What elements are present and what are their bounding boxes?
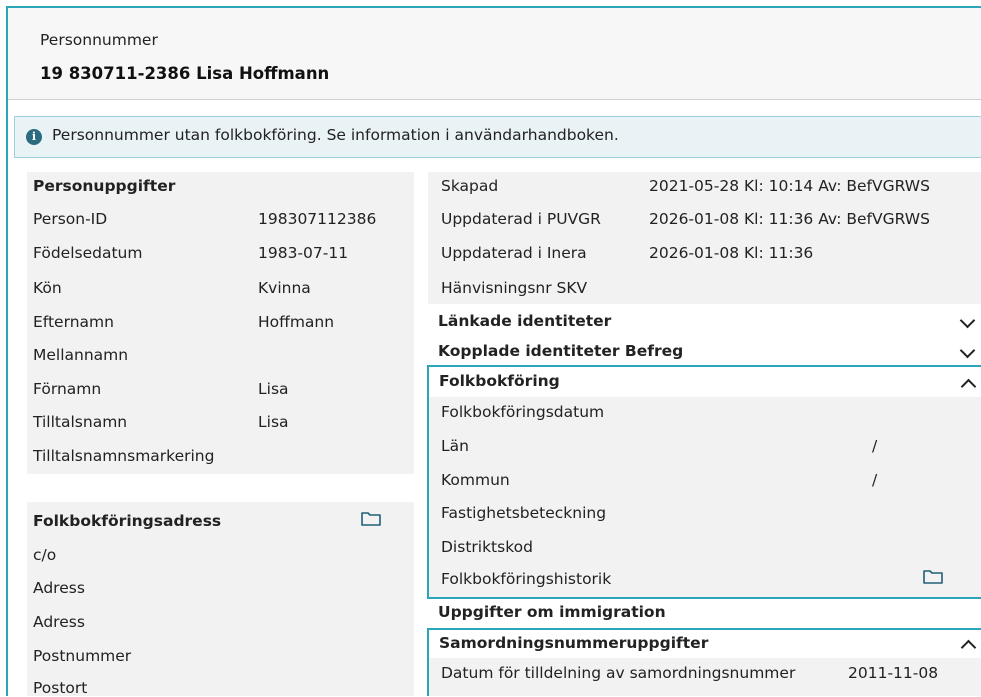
datum-tilldelning-value: 2011-11-08 (848, 664, 939, 682)
immigration-title[interactable]: Uppgifter om immigration (438, 603, 666, 621)
info-text: Personnummer utan folkbokföring. Se info… (52, 126, 619, 144)
chevron-up-icon (960, 639, 977, 656)
uppdaterad-puvgr-value: 2026-01-08 Kl: 11:36 Av: BefVGRWS (649, 210, 930, 228)
skapad-label: Skapad (441, 177, 499, 195)
fastighetsbeteckning-label: Fastighetsbeteckning (441, 504, 607, 522)
folkbokforingsadress-panel (27, 502, 414, 696)
tilltalsnamnsmarkering-label: Tilltalsnamnsmarkering (33, 447, 215, 465)
uppdaterad-inera-label: Uppdaterad i Inera (441, 244, 587, 262)
folkbokforingsadress-title: Folkbokföringsadress (33, 512, 222, 530)
kon-label: Kön (33, 279, 62, 297)
co-label: c/o (33, 546, 57, 564)
datum-tilldelning-label: Datum för tilldelning av samordningsnumm… (441, 664, 796, 682)
postort-label: Postort (33, 679, 88, 697)
chevron-up-icon (960, 378, 977, 395)
samordning-header[interactable]: Samordningsnummeruppgifter (429, 630, 981, 658)
mellannamn-label: Mellannamn (33, 346, 129, 364)
personnummer-value: 19 830711-2386 Lisa Hoffmann (40, 64, 330, 83)
postnummer-label: Postnummer (33, 647, 132, 665)
distriktskod-label: Distriktskod (441, 538, 533, 556)
lan-value: / (872, 437, 878, 455)
folkbokforingsdatum-label: Folkbokföringsdatum (441, 403, 605, 421)
adress-label-1: Adress (33, 579, 85, 597)
chevron-down-icon (959, 342, 976, 359)
efternamn-value: Hoffmann (258, 313, 335, 331)
info-icon: i (26, 129, 42, 145)
folkbokforing-title: Folkbokföring (439, 372, 560, 390)
folder-icon[interactable] (361, 511, 381, 526)
kon-value: Kvinna (258, 279, 311, 297)
folkbokforingshistorik-label: Folkbokföringshistorik (441, 570, 612, 588)
personnummer-label: Personnummer (40, 31, 158, 49)
person-id-value: 198307112386 (258, 210, 377, 228)
fodelsedatum-label: Födelsedatum (33, 244, 143, 262)
uppdaterad-inera-value: 2026-01-08 Kl: 11:36 (649, 244, 814, 262)
folkbokforing-header[interactable]: Folkbokföring (429, 367, 981, 397)
kopplade-identiteter-header[interactable]: Kopplade identiteter Befreg (428, 338, 981, 366)
fornamn-label: Förnamn (33, 380, 102, 398)
folder-icon[interactable] (923, 569, 943, 584)
skapad-value: 2021-05-28 Kl: 10:14 Av: BefVGRWS (649, 177, 930, 195)
kommun-value: / (872, 471, 878, 489)
tilltalsnamn-value: Lisa (258, 413, 289, 431)
efternamn-label: Efternamn (33, 313, 114, 331)
chevron-down-icon (959, 312, 976, 329)
folkbokforing-body (429, 397, 981, 597)
lankade-identiteter-title: Länkade identiteter (438, 312, 612, 330)
fornamn-value: Lisa (258, 380, 289, 398)
fodelsedatum-value: 1983-07-11 (258, 244, 349, 262)
adress-label-2: Adress (33, 613, 85, 631)
lan-label: Län (441, 437, 469, 455)
kopplade-identiteter-title: Kopplade identiteter Befreg (438, 342, 684, 360)
uppdaterad-puvgr-label: Uppdaterad i PUVGR (441, 210, 601, 228)
person-id-label: Person-ID (33, 210, 108, 228)
tilltalsnamn-label: Tilltalsnamn (33, 413, 128, 431)
person-header (8, 8, 981, 100)
personuppgifter-title: Personuppgifter (33, 177, 176, 195)
lankade-identiteter-header[interactable]: Länkade identiteter (428, 308, 981, 338)
hanvisningsnr-label: Hänvisningsnr SKV (441, 279, 588, 297)
samordning-title: Samordningsnummeruppgifter (439, 634, 709, 652)
kommun-label: Kommun (441, 471, 510, 489)
